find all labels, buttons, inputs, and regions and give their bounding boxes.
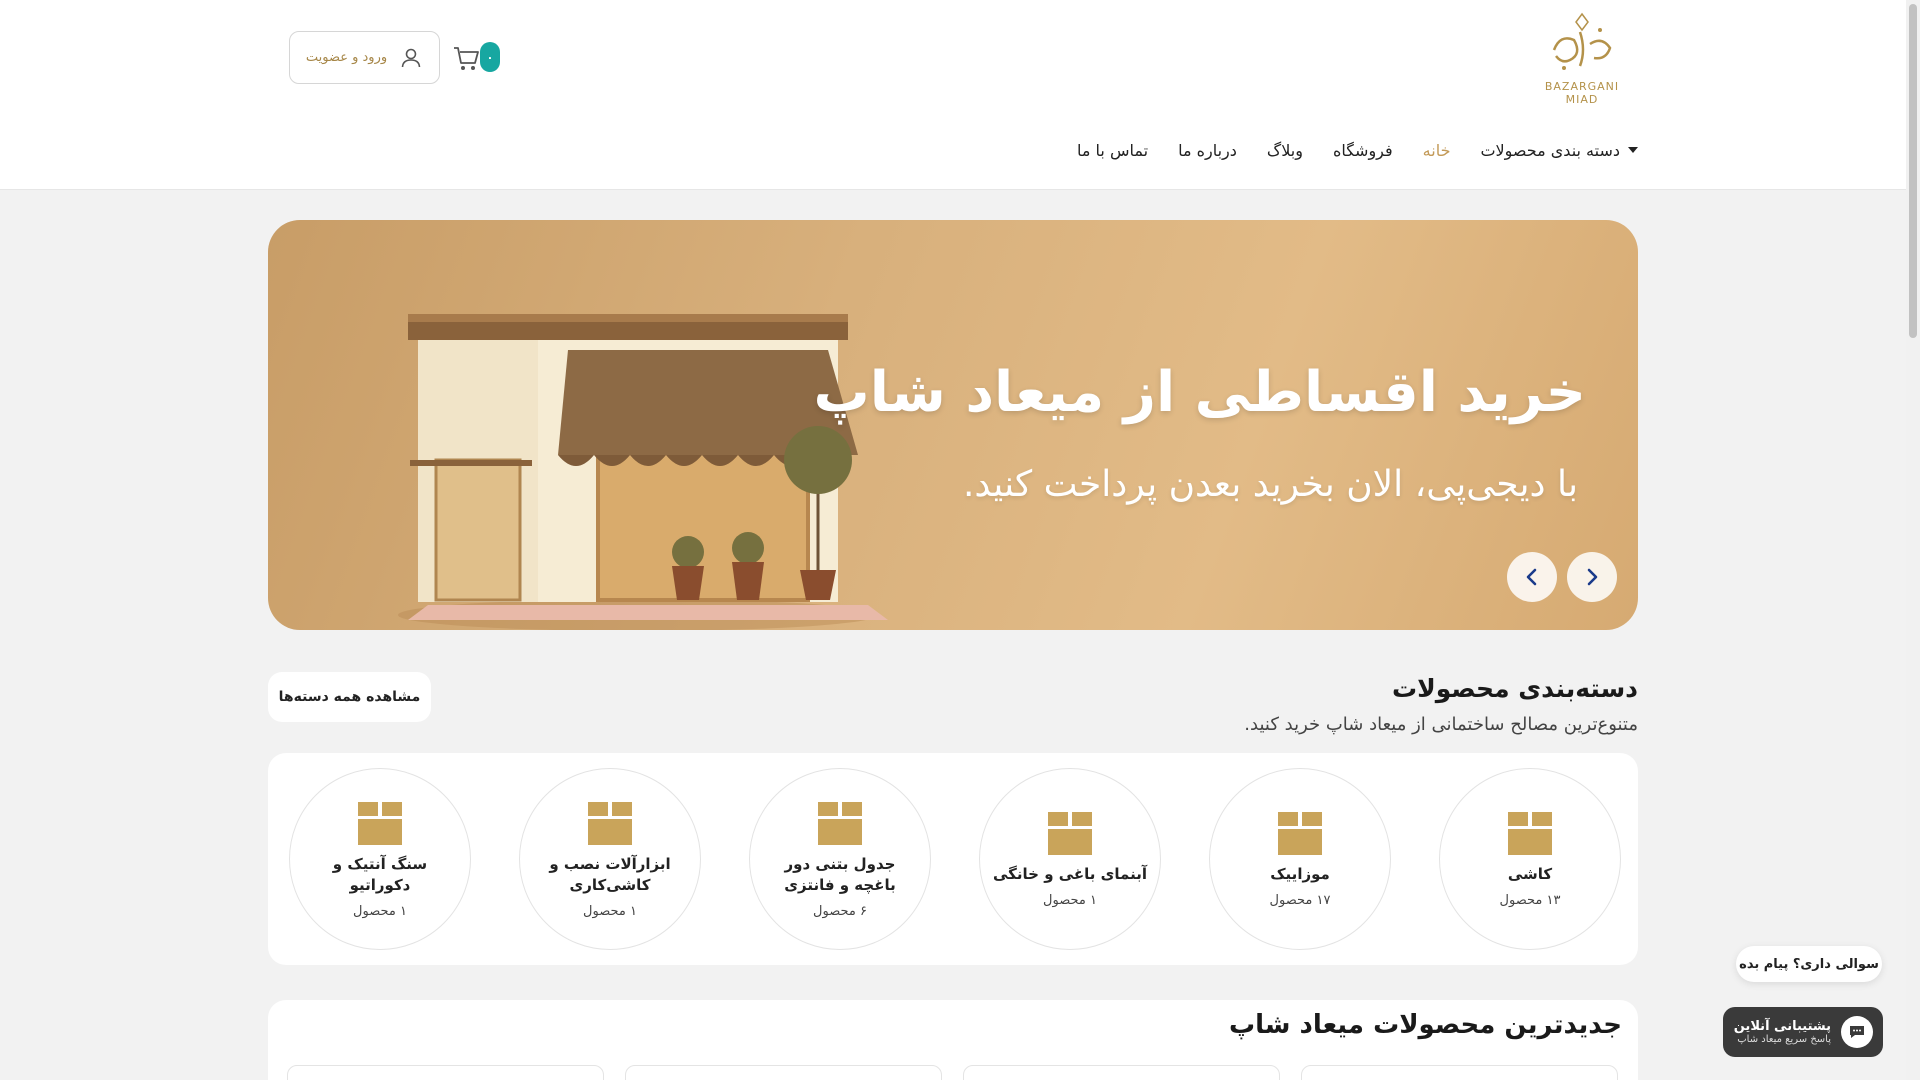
chevron-left-icon bbox=[1526, 568, 1537, 586]
hero-subtitle: با دیجی‌پی، الان بخرید بعدن پرداخت کنید. bbox=[962, 464, 1578, 505]
hero-next-button[interactable] bbox=[1567, 552, 1617, 602]
online-support-widget[interactable]: پشتیبانی آنلاین پاسخ سریع میعاد شاپ bbox=[1723, 1007, 1883, 1057]
category-name: جدول بتنی دور باغچه و فانتزی bbox=[784, 854, 896, 894]
shop-illustration bbox=[398, 314, 888, 630]
user-icon bbox=[401, 48, 421, 67]
category-name: آبنمای باغی و خانگی bbox=[993, 865, 1147, 883]
nav-label: درباره ما bbox=[1178, 140, 1237, 160]
category-card-concrete-border[interactable]: جدول بتنی دور باغچه و فانتزی ۶ محصول bbox=[749, 768, 931, 950]
category-name: موزاییک bbox=[1270, 865, 1330, 883]
categories-title: دسته‌بندی محصولات bbox=[1392, 674, 1638, 703]
hero-title: خرید اقساطی از میعاد شاپ bbox=[813, 360, 1586, 425]
nav-contact[interactable]: تماس با ما bbox=[1077, 141, 1148, 160]
newest-products-title: جدیدترین محصولات میعاد شاپ bbox=[1229, 1010, 1622, 1040]
logo-text-line1: BAZARGANI bbox=[1544, 80, 1620, 93]
category-name: سنگ آنتیک و دکوراتیو bbox=[332, 854, 428, 894]
nav-label: فروشگاه bbox=[1332, 140, 1393, 160]
category-card-fountain[interactable]: آبنمای باغی و خانگی ۱ محصول bbox=[979, 768, 1161, 950]
product-card[interactable] bbox=[625, 1065, 942, 1080]
category-name: ابزارآلات نصب و کاشی‌کاری bbox=[549, 854, 671, 894]
box-icon bbox=[1278, 812, 1322, 855]
chat-prompt-bubble[interactable]: سوالی داری؟ پیام بده bbox=[1736, 946, 1882, 982]
category-count: ۶ محصول bbox=[813, 903, 867, 919]
categories-subtitle: متنوع‌ترین مصالح ساختمانی از میعاد شاپ خ… bbox=[1244, 714, 1638, 735]
product-card[interactable] bbox=[963, 1065, 1280, 1080]
logo-text-line2: MIAD bbox=[1565, 93, 1599, 106]
hero-prev-button[interactable] bbox=[1507, 552, 1557, 602]
chat-description: پاسخ سریع میعاد شاپ bbox=[1737, 1034, 1831, 1045]
box-icon bbox=[1508, 812, 1552, 855]
nav-home[interactable]: خانه bbox=[1423, 141, 1451, 160]
site-header: BAZARGANI MIAD ورود و عضویت ۰ دسته بندی … bbox=[0, 0, 1906, 190]
category-card-tools[interactable]: ابزارآلات نصب و کاشی‌کاری ۱ محصول bbox=[519, 768, 701, 950]
cart-button[interactable]: ۰ bbox=[450, 40, 502, 74]
nav-label: خانه bbox=[1422, 140, 1451, 160]
nav-blog[interactable]: وبلاگ bbox=[1267, 141, 1303, 160]
nav-label: تماس با ما bbox=[1077, 140, 1149, 160]
nav-product-categories[interactable]: دسته بندی محصولات bbox=[1480, 141, 1638, 160]
categories-panel: کاشی ۱۳ محصول موزاییک ۱۷ محصول آبنمای با… bbox=[268, 753, 1638, 965]
cart-count-badge: ۰ bbox=[480, 42, 500, 72]
newest-products-section: جدیدترین محصولات میعاد شاپ bbox=[268, 1000, 1638, 1080]
box-icon bbox=[358, 801, 402, 845]
product-card[interactable] bbox=[287, 1065, 604, 1080]
category-name: کاشی bbox=[1507, 865, 1553, 883]
category-count: ۱ محصول bbox=[353, 903, 407, 919]
cart-icon bbox=[454, 47, 479, 70]
box-icon bbox=[1048, 812, 1092, 855]
view-all-categories-button[interactable]: مشاهده همه دسته‌ها bbox=[268, 672, 431, 722]
product-card[interactable] bbox=[1301, 1065, 1618, 1080]
box-icon bbox=[818, 801, 862, 845]
chat-title: پشتیبانی آنلاین bbox=[1733, 1019, 1831, 1034]
nav-label: وبلاگ bbox=[1266, 140, 1303, 160]
login-register-button[interactable]: ورود و عضویت bbox=[289, 31, 440, 84]
nav-shop[interactable]: فروشگاه bbox=[1333, 141, 1393, 160]
hero-banner[interactable]: خرید اقساطی از میعاد شاپ با دیجی‌پی، الا… bbox=[268, 220, 1638, 630]
category-card-tile[interactable]: کاشی ۱۳ محصول bbox=[1439, 768, 1621, 950]
category-count: ۱ محصول bbox=[583, 903, 637, 919]
scrollbar-thumb[interactable] bbox=[1909, 4, 1917, 338]
login-label: ورود و عضویت bbox=[305, 50, 388, 65]
main-nav: دسته بندی محصولات خانه فروشگاه وبلاگ درب… bbox=[1077, 134, 1638, 166]
page-scrollbar[interactable] bbox=[1906, 0, 1920, 1080]
chevron-right-icon bbox=[1587, 568, 1598, 586]
category-count: ۱۷ محصول bbox=[1269, 893, 1331, 908]
caret-down-icon bbox=[1628, 147, 1638, 153]
nav-about[interactable]: درباره ما bbox=[1178, 141, 1237, 160]
category-count: ۱۳ محصول bbox=[1499, 893, 1561, 908]
category-card-antique-stone[interactable]: سنگ آنتیک و دکوراتیو ۱ محصول bbox=[289, 768, 471, 950]
logo-emblem-icon bbox=[1552, 12, 1612, 70]
category-card-mosaic[interactable]: موزاییک ۱۷ محصول bbox=[1209, 768, 1391, 950]
box-icon bbox=[588, 801, 632, 845]
nav-label: دسته بندی محصولات bbox=[1480, 140, 1620, 160]
category-count: ۱ محصول bbox=[1043, 893, 1097, 908]
site-logo[interactable]: BAZARGANI MIAD bbox=[1526, 10, 1638, 114]
chat-icon bbox=[1841, 1016, 1873, 1048]
